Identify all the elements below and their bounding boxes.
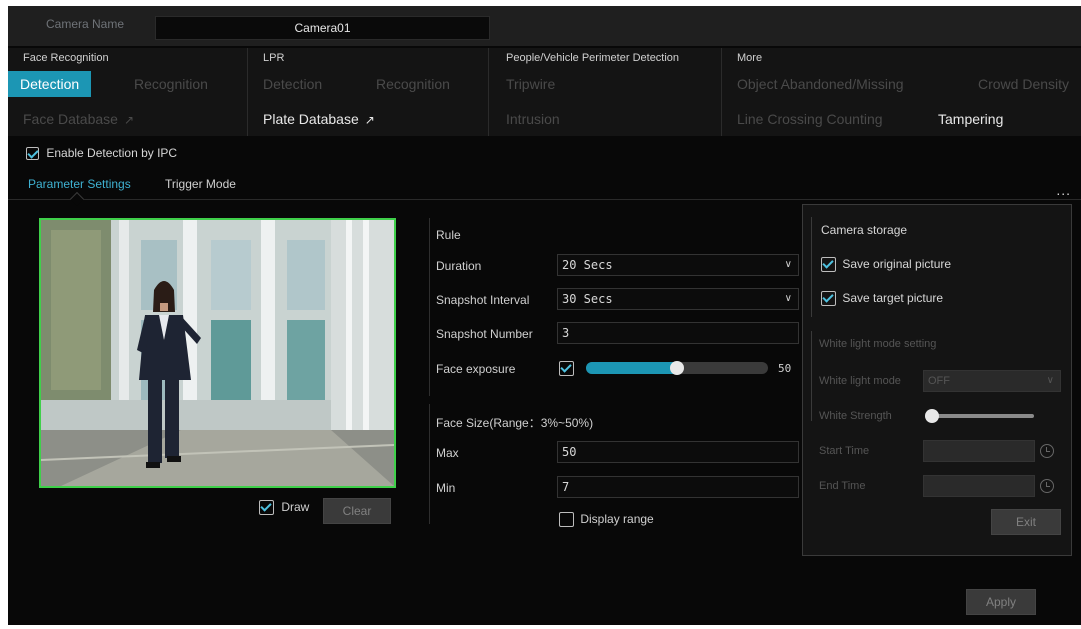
face-exposure-label: Face exposure xyxy=(436,362,516,376)
white-light-mode-label: White light mode xyxy=(819,375,901,387)
display-range-label: Display range xyxy=(580,512,654,526)
clear-button[interactable]: Clear xyxy=(323,498,391,524)
tampering-button[interactable]: Tampering xyxy=(938,106,1003,132)
end-time-input[interactable] xyxy=(923,475,1035,497)
display-range-toggle[interactable]: Display range xyxy=(559,512,654,528)
white-light-mode-value: OFF xyxy=(928,375,950,387)
chevron-down-icon: ∨ xyxy=(1046,375,1054,386)
face-exposure-slider-fill xyxy=(586,362,677,374)
function-menu: Face Recognition Detection Recognition F… xyxy=(8,48,1081,136)
more-section: More Object Abandoned/Missing Crowd Dens… xyxy=(722,48,1081,136)
save-target-checkbox[interactable] xyxy=(821,291,836,307)
panel-divider xyxy=(811,331,812,421)
camera-name-label: Camera Name xyxy=(46,17,125,31)
face-database-label: Face Database xyxy=(23,111,118,127)
smart-detection-window: Camera Name Camera01 Face Recognition De… xyxy=(8,6,1081,625)
clock-icon[interactable] xyxy=(1040,479,1054,493)
plate-database-label: Plate Database xyxy=(263,111,359,127)
external-link-icon: ↗ xyxy=(123,113,135,127)
enable-detection-row[interactable]: Enable Detection by IPC xyxy=(26,146,178,161)
face-exposure-checkbox[interactable] xyxy=(559,361,574,376)
camera-storage-title: Camera storage xyxy=(821,223,908,237)
tab-trigger-mode[interactable]: Trigger Mode xyxy=(165,177,236,191)
min-input[interactable]: 7 xyxy=(557,476,799,498)
face-database-link[interactable]: Face Database ↗ xyxy=(23,106,134,132)
exit-button[interactable]: Exit xyxy=(991,509,1061,535)
snapshot-number-label: Snapshot Number xyxy=(436,327,533,341)
rule-title: Rule xyxy=(436,228,461,242)
more-options-button[interactable]: ... xyxy=(1056,182,1071,198)
white-strength-slider[interactable] xyxy=(930,414,1034,418)
save-original-label: Save original picture xyxy=(842,257,952,271)
max-label: Max xyxy=(436,446,459,460)
panel-divider xyxy=(811,217,812,317)
rule-divider xyxy=(429,218,430,396)
camera-feed-image xyxy=(41,220,394,486)
lpr-recognition-button[interactable]: Recognition xyxy=(376,71,450,97)
face-recognition-title: Face Recognition xyxy=(23,52,109,64)
draw-label: Draw xyxy=(281,500,310,514)
duration-value: 20 Secs xyxy=(562,258,613,272)
end-time-label: End Time xyxy=(819,480,866,492)
enable-detection-checkbox[interactable] xyxy=(26,147,39,161)
display-range-checkbox[interactable] xyxy=(559,512,574,528)
perimeter-title: People/Vehicle Perimeter Detection xyxy=(506,52,680,64)
snapshot-interval-select[interactable]: 30 Secs ∨ xyxy=(557,288,799,310)
duration-label: Duration xyxy=(436,259,482,273)
perimeter-section: People/Vehicle Perimeter Detection Tripw… xyxy=(489,48,722,136)
clock-icon[interactable] xyxy=(1040,444,1054,458)
min-label: Min xyxy=(436,481,456,495)
draw-checkbox[interactable] xyxy=(259,500,274,516)
white-light-title: White light mode setting xyxy=(819,338,937,350)
external-link-icon: ↗ xyxy=(364,113,375,127)
tripwire-button[interactable]: Tripwire xyxy=(506,71,555,97)
save-original-toggle[interactable]: Save original picture xyxy=(821,257,952,273)
object-abandoned-button[interactable]: Object Abandoned/Missing xyxy=(737,71,904,97)
tab-parameter-settings[interactable]: Parameter Settings xyxy=(28,177,131,191)
chevron-down-icon: ∨ xyxy=(784,293,792,304)
lpr-section: LPR Detection Recognition Plate Database… xyxy=(248,48,489,136)
snapshot-interval-value: 30 Secs xyxy=(562,292,613,306)
face-size-label: Face Size(Range：3%~50%) xyxy=(436,416,594,430)
face-detection-button[interactable]: Detection xyxy=(8,71,92,97)
white-strength-slider-handle[interactable] xyxy=(925,409,939,423)
lpr-title: LPR xyxy=(263,52,285,64)
plate-database-link[interactable]: Plate Database ↗ xyxy=(263,106,375,132)
white-light-mode-select[interactable]: OFF ∨ xyxy=(923,370,1061,392)
face-exposure-value: 50 xyxy=(778,362,792,375)
more-title: More xyxy=(737,52,763,64)
apply-button[interactable]: Apply xyxy=(966,589,1036,615)
snapshot-number-input[interactable]: 3 xyxy=(557,322,799,344)
save-original-checkbox[interactable] xyxy=(821,257,836,273)
active-tab-indicator xyxy=(69,191,85,207)
camera-name-field[interactable]: Camera01 xyxy=(155,16,490,40)
lpr-detection-button[interactable]: Detection xyxy=(263,71,322,97)
settings-tabs: Parameter Settings Trigger Mode xyxy=(8,174,1081,207)
draw-toggle[interactable]: Draw xyxy=(259,500,310,516)
chevron-down-icon: ∨ xyxy=(784,259,792,270)
save-target-toggle[interactable]: Save target picture xyxy=(821,291,944,307)
line-crossing-button[interactable]: Line Crossing Counting xyxy=(737,106,883,132)
enable-detection-label: Enable Detection by IPC xyxy=(46,146,178,160)
start-time-input[interactable] xyxy=(923,440,1035,462)
snapshot-interval-label: Snapshot Interval xyxy=(436,293,530,307)
video-preview[interactable] xyxy=(39,218,396,488)
face-exposure-slider-handle[interactable] xyxy=(670,361,684,375)
intrusion-button[interactable]: Intrusion xyxy=(506,106,560,132)
face-recognition-button[interactable]: Recognition xyxy=(134,71,208,97)
face-size-divider xyxy=(429,404,430,524)
camera-storage-panel: Camera storage Save original picture Sav… xyxy=(802,204,1072,556)
start-time-label: Start Time xyxy=(819,445,870,457)
face-recognition-section: Face Recognition Detection Recognition F… xyxy=(8,48,248,136)
crowd-density-button[interactable]: Crowd Density xyxy=(978,71,1069,97)
white-strength-label: White Strength xyxy=(819,410,892,422)
max-input[interactable]: 50 xyxy=(557,441,799,463)
duration-select[interactable]: 20 Secs ∨ xyxy=(557,254,799,276)
save-target-label: Save target picture xyxy=(842,291,944,305)
camera-header: Camera Name Camera01 xyxy=(8,6,1081,46)
